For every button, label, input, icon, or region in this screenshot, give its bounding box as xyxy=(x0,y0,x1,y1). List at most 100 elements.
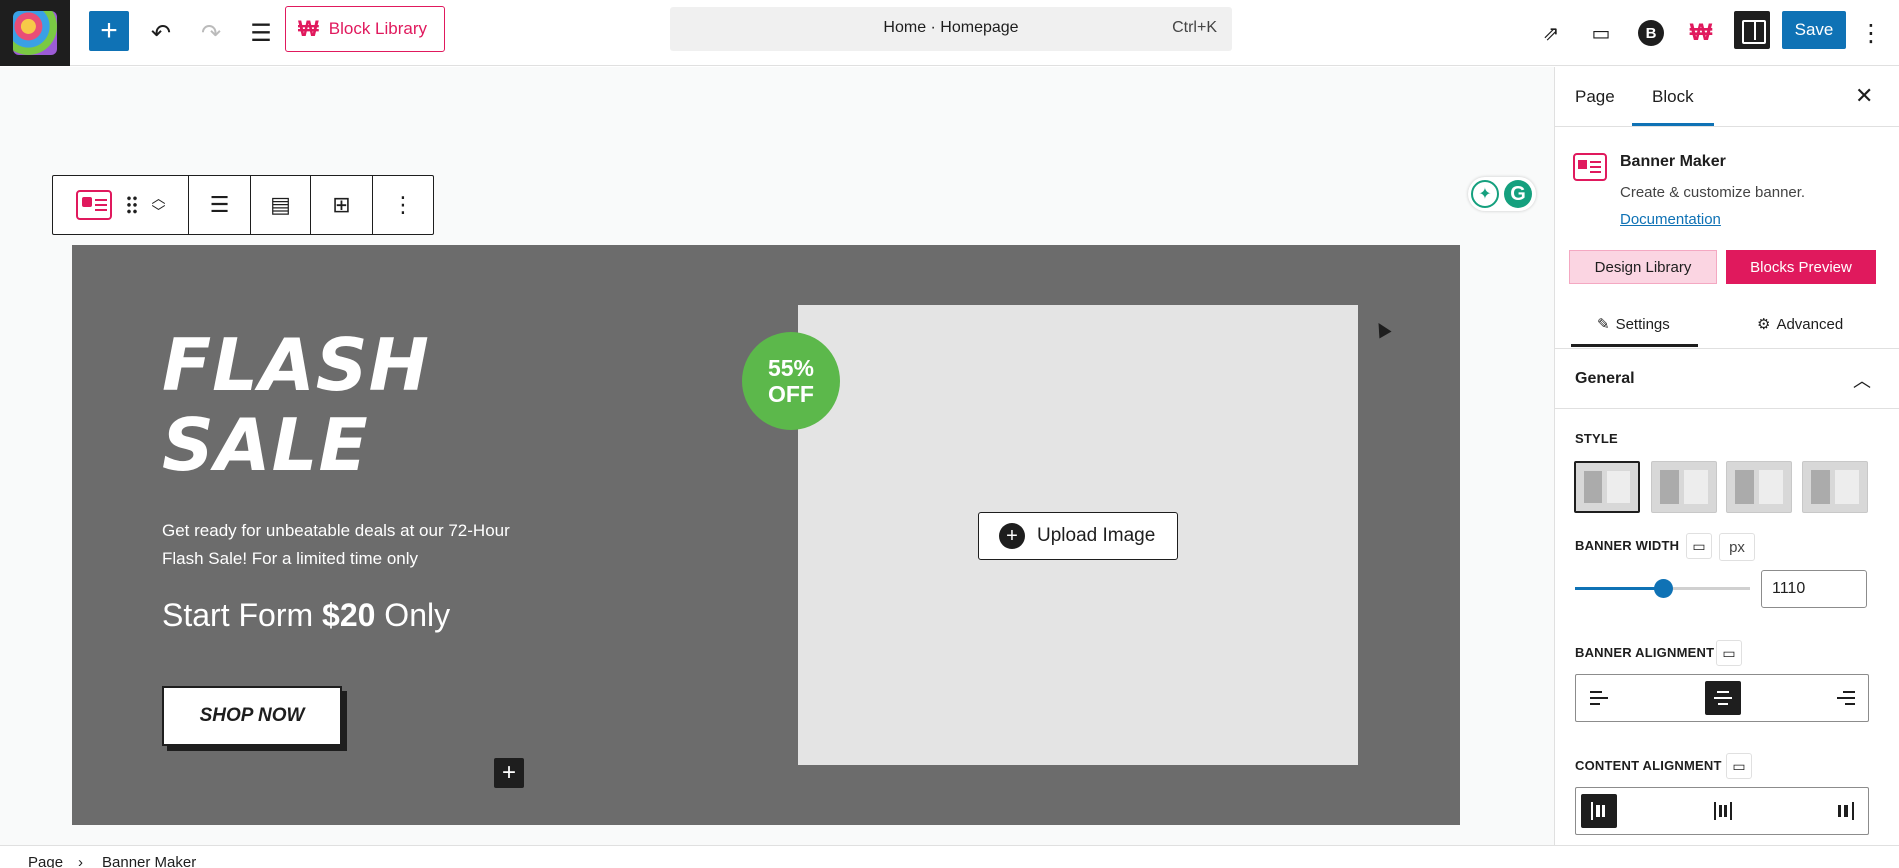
content-center-button[interactable] xyxy=(1705,794,1741,828)
redo-button[interactable]: ↷ xyxy=(196,9,226,57)
badge-line1: 55% xyxy=(767,355,815,381)
block-library-plugin-button[interactable]: ₩ xyxy=(1686,9,1716,57)
save-button[interactable]: Save xyxy=(1782,11,1846,49)
move-up-icon[interactable]: ︿ xyxy=(152,191,166,205)
align-left-button[interactable] xyxy=(1581,681,1617,715)
banner-block[interactable]: FLASH SALE Get ready for unbeatable deal… xyxy=(72,245,1460,825)
banner-title-line1: FLASH xyxy=(162,323,430,407)
close-icon: ✕ xyxy=(1855,83,1874,108)
design-library-button[interactable]: Design Library xyxy=(1569,250,1717,284)
drag-handle-icon[interactable] xyxy=(125,195,138,215)
upload-image-button[interactable]: + Upload Image xyxy=(978,512,1178,560)
tab-block[interactable]: Block xyxy=(1632,87,1713,126)
shop-now-button[interactable]: SHOP NOW xyxy=(162,686,342,746)
block-breadcrumb: Page › Banner Maker xyxy=(0,845,1899,868)
slider-thumb[interactable] xyxy=(1653,579,1673,598)
redo-icon: ↷ xyxy=(200,19,222,47)
style-option-3[interactable] xyxy=(1726,461,1792,513)
document-title: Home · Homepage xyxy=(883,19,1019,36)
justify-right-icon xyxy=(1836,802,1856,820)
tab-advanced-label: Advanced xyxy=(1776,315,1844,333)
block-library-icon: ₩ xyxy=(298,16,319,41)
close-sidebar-button[interactable]: ✕ xyxy=(1855,83,1873,109)
tab-page[interactable]: Page xyxy=(1575,87,1615,107)
settings-tabs: ✎ Settings ⚙ Advanced xyxy=(1555,301,1899,349)
options-menu-button[interactable]: ⋮ xyxy=(1856,9,1886,57)
banner-description[interactable]: Get ready for unbeatable deals at our 72… xyxy=(162,517,542,573)
more-vertical-icon: ⋮ xyxy=(392,192,414,217)
unit-selector[interactable]: px xyxy=(1719,533,1755,561)
banner-title-line2: SALE xyxy=(162,403,369,487)
banner-width-label: BANNER WIDTH xyxy=(1575,538,1680,553)
discount-badge[interactable]: 55% OFF xyxy=(742,332,840,430)
block-options-button[interactable]: ⋮ xyxy=(373,176,433,234)
desktop-device-icon[interactable]: ▭ xyxy=(1726,753,1752,779)
block-toolbar: ︿ ﹀ ☰ ▤ ⊞ ⋮ xyxy=(52,175,434,235)
content-left-button[interactable] xyxy=(1581,794,1617,828)
style-option-2[interactable] xyxy=(1651,461,1717,513)
desktop-device-icon[interactable]: ▭ xyxy=(1716,640,1742,666)
content-right-button[interactable] xyxy=(1828,794,1864,828)
site-logo[interactable] xyxy=(0,0,70,66)
plus-icon: + xyxy=(501,759,516,786)
align-button[interactable]: ☰ xyxy=(189,176,251,234)
layout-button[interactable]: ⊞ xyxy=(311,176,373,234)
style-label: STYLE xyxy=(1575,431,1618,446)
laptop-icon: ▭ xyxy=(1591,22,1611,45)
tab-advanced[interactable]: ⚙ Advanced xyxy=(1757,315,1844,334)
plugin-b-button[interactable]: B xyxy=(1636,9,1666,57)
settings-panel-toggle[interactable] xyxy=(1734,11,1770,49)
plus-icon: + xyxy=(100,14,118,47)
desktop-device-icon[interactable]: ▭ xyxy=(1686,533,1712,559)
style-option-1[interactable] xyxy=(1574,461,1640,513)
price-value: $20 xyxy=(322,597,376,633)
document-overview-button[interactable]: ☰ xyxy=(246,9,276,57)
style-option-4[interactable] xyxy=(1802,461,1868,513)
general-label: General xyxy=(1575,370,1635,387)
grammarly-widget[interactable]: ✦ G xyxy=(1468,177,1536,211)
breadcrumb-chevron-icon: › xyxy=(78,854,83,868)
breadcrumb-page[interactable]: Page xyxy=(28,854,63,868)
align-right-button[interactable] xyxy=(1828,681,1864,715)
more-vertical-icon: ⋮ xyxy=(1859,19,1883,47)
grammarly-icon[interactable]: G xyxy=(1504,180,1532,208)
block-library-button[interactable]: ₩ Block Library xyxy=(285,6,445,52)
sidebar-tabs: Page Block ✕ xyxy=(1555,67,1899,127)
undo-icon: ↶ xyxy=(150,19,172,47)
banner-price[interactable]: Start Form $20 Only xyxy=(162,597,450,634)
plugin-b-icon: B xyxy=(1638,20,1664,46)
chevron-up-icon: ︿ xyxy=(1853,371,1871,391)
align-right-icon xyxy=(1837,691,1855,705)
lightbulb-icon[interactable]: ✦ xyxy=(1471,180,1499,208)
media-button[interactable]: ▤ xyxy=(251,176,311,234)
banner-alignment-label: BANNER ALIGNMENT xyxy=(1575,645,1715,660)
command-palette-bar[interactable]: Home · Homepage Ctrl+K xyxy=(670,7,1232,51)
add-block-button[interactable]: + xyxy=(494,758,524,788)
align-center-icon: ☰ xyxy=(209,192,230,217)
documentation-link[interactable]: Documentation xyxy=(1620,211,1721,228)
blocks-preview-button[interactable]: Blocks Preview xyxy=(1726,250,1876,284)
price-suffix: Only xyxy=(375,597,451,633)
banner-width-slider[interactable] xyxy=(1575,579,1750,598)
view-page-button[interactable]: ⇗ xyxy=(1536,9,1566,57)
preview-button[interactable]: ▭ xyxy=(1586,9,1616,57)
slider-fill xyxy=(1575,587,1663,590)
banner-width-input[interactable]: 1110 xyxy=(1761,570,1867,608)
banner-image-placeholder: + Upload Image xyxy=(798,305,1358,765)
block-inserter-button[interactable]: + xyxy=(89,11,129,51)
tab-settings-label: Settings xyxy=(1615,315,1670,333)
undo-button[interactable]: ↶ xyxy=(146,9,176,57)
banner-maker-icon[interactable] xyxy=(75,190,112,220)
block-card-title: Banner Maker xyxy=(1620,153,1726,170)
tab-settings[interactable]: ✎ Settings xyxy=(1571,315,1698,347)
block-library-label: Block Library xyxy=(328,19,428,38)
align-center-button[interactable] xyxy=(1705,681,1741,715)
move-down-icon[interactable]: ﹀ xyxy=(152,205,166,219)
align-center-icon xyxy=(1714,691,1732,705)
banner-title[interactable]: FLASH SALE xyxy=(162,325,430,485)
breadcrumb-current[interactable]: Banner Maker xyxy=(102,854,196,868)
block-library-brand-icon: ₩ xyxy=(1689,19,1713,46)
general-panel-header[interactable]: General ︿ xyxy=(1555,349,1899,409)
gear-icon: ⚙ xyxy=(1757,316,1771,333)
gallery-icon: ▤ xyxy=(270,192,291,217)
